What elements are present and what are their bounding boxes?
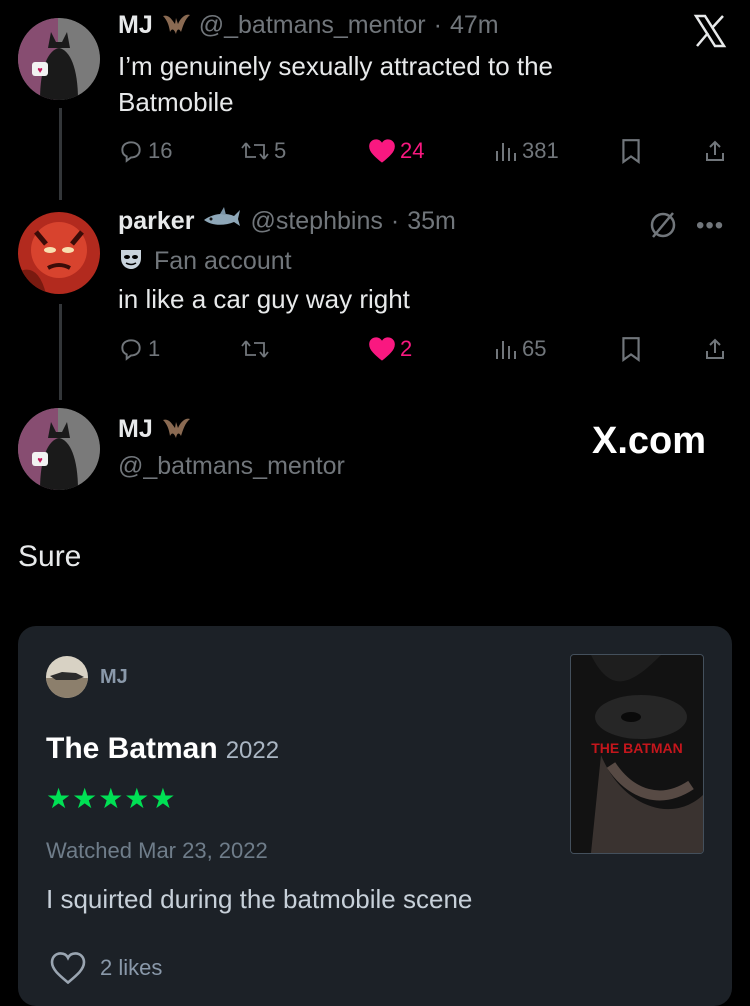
review-like-button[interactable]: 2 likes [50,952,162,984]
heart-icon [369,139,395,163]
reply-count: 1 [148,336,161,361]
bookmark-icon [622,337,640,362]
retweet-icon [241,340,269,358]
reply-icon [121,339,141,361]
tweet-text: in like a car guy way right [118,284,410,314]
timestamp[interactable]: 35m [407,207,456,236]
retweet-count: 5 [274,138,287,163]
views-count: 65 [522,336,547,361]
film-year[interactable]: 2022 [226,737,279,765]
heart-outline-icon [50,952,86,984]
share-button[interactable] [703,336,727,362]
author-name[interactable]: parker [118,207,194,236]
post-text: Sure [18,540,82,573]
retweet-button[interactable] [240,336,274,362]
views-button[interactable]: 381 [494,138,559,164]
retweet-icon [241,142,269,160]
reply-icon [121,141,141,163]
x-com-watermark: X.com [592,420,707,462]
avatar[interactable] [18,212,100,294]
more-icon[interactable]: ••• [696,212,724,240]
retweet-button[interactable]: 5 [240,138,286,164]
reply-button[interactable]: 16 [118,138,172,164]
reviewer-avatar[interactable] [46,656,88,698]
x-logo-icon[interactable] [693,14,727,53]
review-likes: 2 likes [100,955,163,980]
account-label: Fan account [154,247,292,275]
review-card[interactable]: MJ The Batman 2022 ★★★★★ Watched Mar 23,… [18,626,732,1006]
bookmark-button[interactable] [620,138,642,164]
like-count: 2 [400,336,413,361]
bookmark-icon [622,139,640,164]
separator-dot: · [390,207,400,235]
thread-line [59,108,62,200]
heart-icon [369,337,395,361]
film-poster[interactable]: THE BATMAN [570,654,704,854]
views-icon [496,341,516,359]
views-icon [496,143,516,161]
poster-title: THE BATMAN [591,740,683,756]
views-count: 381 [522,138,559,163]
bat-emoji-icon [161,414,191,445]
like-count: 24 [400,138,425,163]
review-text: I squirted during the batmobile scene [46,884,473,914]
views-button[interactable]: 65 [494,336,546,362]
star-rating: ★★★★★ [46,783,177,814]
watched-date: Watched Mar 23, 2022 [46,838,268,863]
film-title[interactable]: The Batman [46,732,218,766]
tweet-text: I’m genuinely sexually attracted to the … [118,51,554,117]
reply-count: 16 [148,138,173,163]
avatar[interactable]: ♥ [18,408,100,490]
mask-emoji-icon [118,246,144,277]
author-handle[interactable]: @_batmans_mentor [118,452,345,481]
bookmark-button[interactable] [620,336,642,362]
svg-text:♥: ♥ [37,65,42,75]
bat-emoji-icon [161,10,191,41]
timestamp[interactable]: 47m [450,11,499,40]
author-name[interactable]: MJ [118,11,153,40]
share-icon [706,338,724,359]
reply-button[interactable]: 1 [118,336,160,362]
shark-emoji-icon [202,206,242,237]
no-sign-icon[interactable] [648,210,678,245]
author-name[interactable]: MJ [118,415,153,444]
like-button[interactable]: 24 [368,138,424,164]
reviewer-name[interactable]: MJ [100,666,128,689]
share-button[interactable] [703,138,727,164]
author-handle[interactable]: @stephbins [250,207,382,236]
like-button[interactable]: 2 [368,336,412,362]
avatar[interactable]: ♥ [18,18,100,100]
author-handle[interactable]: @_batmans_mentor [199,11,426,40]
svg-text:♥: ♥ [37,455,42,465]
share-icon [706,140,724,161]
thread-line [59,304,62,400]
separator-dot: · [433,11,442,39]
